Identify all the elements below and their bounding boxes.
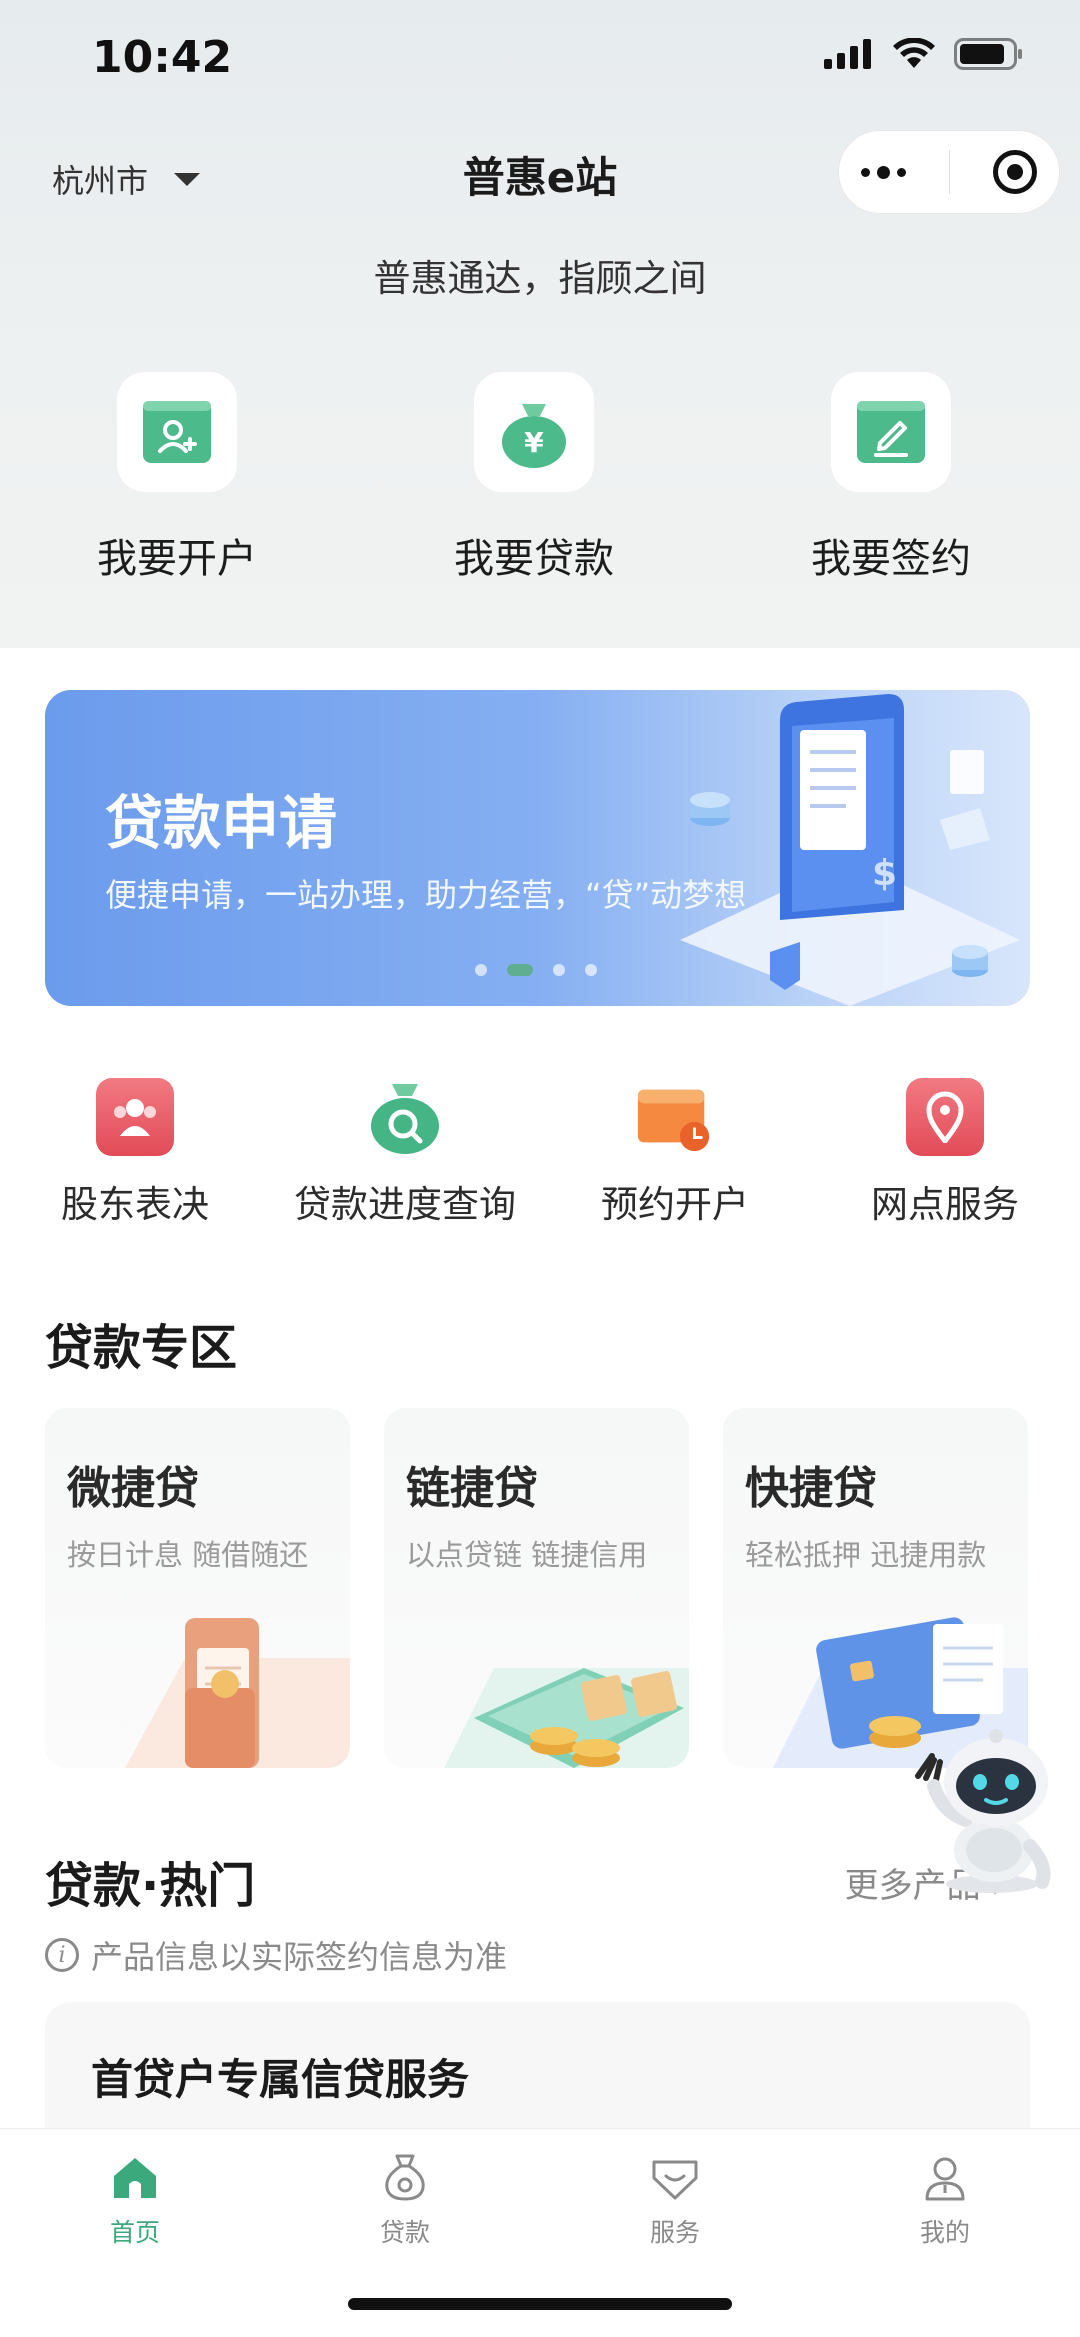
- service-heart-icon: [645, 2147, 705, 2207]
- status-icons: [824, 38, 1024, 70]
- quick-action-open-account[interactable]: 我要开户: [47, 372, 307, 584]
- loan-zone-title: 贷款专区: [45, 1320, 238, 1376]
- add-user-card-icon: [143, 401, 211, 463]
- quick-action-label: 我要开户: [97, 536, 257, 582]
- money-bag-yen-icon: ¥: [502, 404, 566, 468]
- shareholders-icon: [96, 1078, 174, 1156]
- loan-card-name: 链捷贷: [406, 1463, 538, 1514]
- product-disclaimer: i 产品信息以实际签约信息为准: [45, 1932, 507, 1978]
- quick-actions: 我要开户 ¥ 我要贷款 我要签约: [0, 372, 1080, 592]
- service-label: 预约开户: [601, 1183, 749, 1226]
- phone-document-illustration: $: [680, 694, 1020, 1006]
- hot-products-header: 贷款·热门 更多产品 ›: [45, 1846, 1035, 1916]
- wallet-receipt-illustration: [125, 1618, 350, 1768]
- tab-loan[interactable]: 贷款: [270, 2147, 540, 2249]
- banner-dot-active: [507, 964, 533, 976]
- wifi-icon: [893, 38, 935, 68]
- hot-products-title: 贷款·热门: [45, 1858, 256, 1914]
- banner-pagination: [475, 964, 597, 976]
- banner-dot: [475, 964, 487, 976]
- tab-label: 首页: [109, 2218, 160, 2247]
- quick-action-label: 我要贷款: [454, 536, 614, 582]
- loan-zone-cards: 微捷贷 按日计息 随借随还 链捷贷 以点贷链 链捷信用 快捷贷 轻松抵押 迅捷用…: [45, 1408, 1035, 1768]
- tab-label: 贷款: [379, 2218, 430, 2247]
- tab-label: 我的: [919, 2218, 970, 2247]
- phone-coins-illustration: [444, 1668, 689, 1768]
- home-icon: [105, 2147, 165, 2207]
- close-miniprogram-icon[interactable]: [993, 150, 1038, 194]
- battery-icon: [954, 38, 1022, 70]
- banner-title: 贷款申请: [105, 789, 338, 857]
- navbar: 杭州市 普惠e站: [0, 130, 1080, 220]
- service-shortcuts: 股东表决 贷款进度查询 预约开户 网点服务: [0, 1078, 1080, 1238]
- loan-card-lianjiedai[interactable]: 链捷贷 以点贷链 链捷信用: [384, 1408, 689, 1768]
- banner-dot: [585, 964, 597, 976]
- loan-card-name: 快捷贷: [745, 1463, 877, 1514]
- service-book-account[interactable]: 预约开户: [540, 1078, 810, 1228]
- service-label: 网点服务: [871, 1183, 1019, 1226]
- tab-profile[interactable]: 我的: [810, 2147, 1080, 2249]
- quick-action-label: 我要签约: [811, 536, 971, 582]
- service-loan-progress[interactable]: 贷款进度查询: [270, 1078, 540, 1228]
- robot-assistant-icon[interactable]: [912, 1716, 1072, 1896]
- capsule-divider: [948, 150, 950, 194]
- service-label: 股东表决: [61, 1183, 209, 1226]
- quick-action-icon-box: ¥: [474, 372, 594, 492]
- status-bar: 10:42: [0, 0, 1080, 118]
- info-icon: i: [45, 1938, 79, 1972]
- status-time: 10:42: [92, 32, 233, 83]
- quick-action-icon-box: [831, 372, 951, 492]
- location-pin-icon: [906, 1078, 984, 1156]
- loan-card-name: 微捷贷: [67, 1463, 199, 1514]
- loan-card-desc: 以点贷链 链捷信用: [406, 1538, 648, 1572]
- loan-search-icon: [366, 1078, 444, 1156]
- signal-icon: [824, 39, 871, 69]
- promo-banner[interactable]: 贷款申请 便捷申请，一站办理，助力经营，“贷”动梦想 $: [45, 690, 1030, 1006]
- tab-home[interactable]: 首页: [0, 2147, 270, 2249]
- quick-action-sign[interactable]: 我要签约: [761, 372, 1021, 584]
- tab-label: 服务: [649, 2218, 700, 2247]
- loan-card-desc: 轻松抵押 迅捷用款: [745, 1538, 987, 1572]
- quick-action-icon-box: [117, 372, 237, 492]
- banner-dot: [553, 964, 565, 976]
- tab-service[interactable]: 服务: [540, 2147, 810, 2249]
- svg-text:¥: ¥: [524, 426, 544, 459]
- product-title: 首贷户专属信贷服务: [91, 2055, 470, 2104]
- loan-card-desc: 按日计息 随借随还: [67, 1538, 309, 1572]
- home-indicator: [348, 2298, 732, 2310]
- service-shareholder-vote[interactable]: 股东表决: [0, 1078, 270, 1228]
- quick-action-apply-loan[interactable]: ¥ 我要贷款: [404, 372, 664, 584]
- more-options-icon[interactable]: [860, 165, 906, 179]
- loan-card-kuaijiedai[interactable]: 快捷贷 轻松抵押 迅捷用款: [723, 1408, 1028, 1768]
- service-branch[interactable]: 网点服务: [810, 1078, 1080, 1228]
- slogan: 普惠通达，指顾之间: [373, 257, 707, 300]
- profile-icon: [915, 2147, 975, 2207]
- loan-bag-icon: [375, 2147, 435, 2207]
- loan-card-weijiedai[interactable]: 微捷贷 按日计息 随借随还: [45, 1408, 350, 1768]
- miniprogram-capsule: [838, 130, 1060, 214]
- service-label: 贷款进度查询: [294, 1183, 516, 1226]
- sign-pen-icon: [857, 401, 925, 463]
- disclaimer-text: 产品信息以实际签约信息为准: [91, 1938, 508, 1976]
- svg-text:$: $: [872, 853, 897, 894]
- calendar-clock-icon: [636, 1078, 714, 1156]
